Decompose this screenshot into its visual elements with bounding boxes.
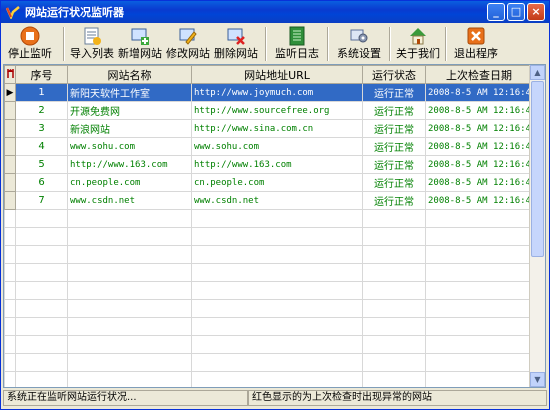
stop-icon <box>20 26 40 46</box>
toolbar-divider <box>389 27 391 61</box>
cell-url: www.sohu.com <box>191 137 363 156</box>
edit-site-icon <box>179 28 197 45</box>
status-bar: 系统正在监听网站运行状况... 红色显示的为上次检查时出现异常的网站 <box>3 390 547 406</box>
cell-date: 2008-8-5 AM 12:16:48 <box>425 101 533 120</box>
column-header-name[interactable]: 网站名称 <box>67 65 192 84</box>
status-right: 红色显示的为上次检查时出现异常的网站 <box>248 390 547 406</box>
add-site-icon <box>131 28 149 45</box>
vertical-scrollbar[interactable]: ▲ ▼ <box>529 65 545 387</box>
cell-no: 6 <box>15 173 68 192</box>
cell-url: http://www.sourcefree.org <box>191 101 363 120</box>
table-row[interactable]: ▶ 1 新阳天软件工作室 http://www.joymuch.com 运行正常 2008… <box>4 83 533 102</box>
cell-date: 2008-8-5 AM 12:16:48 <box>425 191 533 210</box>
cell-url: cn.people.com <box>191 173 363 192</box>
cell-url: http://www.sina.com.cn <box>191 119 363 138</box>
row-indicator <box>4 101 16 120</box>
header-row: 序号 网站名称 网站地址URL 运行状态 上次检查日期 <box>4 65 533 84</box>
table-row[interactable]: 3 新浪网站 http://www.sina.com.cn 运行正常 2008-8-5 … <box>4 119 533 138</box>
website-grid[interactable]: 序号 网站名称 网站地址URL 运行状态 上次检查日期 ▶ 1 新阳天软件工作室 ht… <box>3 64 546 388</box>
row-indicator <box>4 191 16 210</box>
cell-date: 2008-8-5 AM 12:16:48 <box>425 155 533 174</box>
table-row[interactable]: 2 开源免费网 http://www.sourcefree.org 运行正常 2008-… <box>4 101 533 120</box>
toolbar-divider <box>445 27 447 61</box>
toolbar-divider <box>265 27 267 61</box>
column-header-url[interactable]: 网站地址URL <box>191 65 363 84</box>
cell-date: 2008-8-5 AM 12:16:48 <box>425 173 533 192</box>
cell-status: 运行正常 <box>362 83 426 102</box>
cell-name: 新浪网站 <box>67 119 192 138</box>
stop-monitor-button[interactable]: 停止监听 <box>1 24 59 64</box>
close-button[interactable]: × <box>527 3 545 21</box>
cell-no: 3 <box>15 119 68 138</box>
table-row[interactable]: 5 http://www.163.com http://www.163.com 运行正… <box>4 155 533 174</box>
table-row[interactable]: 7 www.csdn.net www.csdn.net 运行正常 2008-8-5 AM… <box>4 191 533 210</box>
website-table: 序号 网站名称 网站地址URL 运行状态 上次检查日期 ▶ 1 新阳天软件工作室 ht… <box>4 65 533 387</box>
current-row-arrow-icon: ▶ <box>6 88 14 98</box>
minimize-button[interactable]: _ <box>487 3 505 21</box>
cell-url: http://www.163.com <box>191 155 363 174</box>
about-us-button[interactable]: 关于我们 <box>395 24 441 64</box>
cell-name: http://www.163.com <box>67 155 192 174</box>
cell-name: www.sohu.com <box>67 137 192 156</box>
scroll-down-arrow-icon[interactable]: ▼ <box>530 372 545 387</box>
cell-date: 2008-8-5 AM 12:16:48 <box>425 137 533 156</box>
system-settings-button[interactable]: 系统设置 <box>333 24 385 64</box>
title-bar[interactable]: 网站运行状况监听器 _ □ × <box>1 1 549 23</box>
import-list-icon <box>84 27 101 45</box>
scroll-thumb[interactable] <box>531 81 544 257</box>
cell-no: 1 <box>15 83 68 102</box>
cell-no: 4 <box>15 137 68 156</box>
exit-button[interactable]: 退出程序 <box>451 24 501 64</box>
row-indicator: ▶ <box>4 83 16 102</box>
sort-indicator-icon <box>6 69 14 78</box>
cell-status: 运行正常 <box>362 101 426 120</box>
toolbar-divider <box>327 27 329 61</box>
add-site-button[interactable]: 新增网站 <box>115 24 165 64</box>
column-header-no[interactable]: 序号 <box>15 65 68 84</box>
cell-name: 开源免费网 <box>67 101 192 120</box>
monitor-log-button[interactable]: 监听日志 <box>271 24 323 64</box>
cell-status: 运行正常 <box>362 173 426 192</box>
cell-url: http://www.joymuch.com <box>191 83 363 102</box>
cell-date: 2008-8-5 AM 12:16:48 <box>425 83 533 102</box>
toolbar: 停止监听 导入列表 新增网站 修改网站 删除网站 监听日志 系统设置 关于我们 … <box>1 24 549 64</box>
row-indicator <box>4 137 16 156</box>
delete-site-button[interactable]: 删除网站 <box>211 24 261 64</box>
cell-url: www.csdn.net <box>191 191 363 210</box>
column-header-date[interactable]: 上次检查日期 <box>425 65 533 84</box>
table-row[interactable]: 4 www.sohu.com www.sohu.com 运行正常 2008-8-5 AM… <box>4 137 533 156</box>
table-row[interactable]: 6 cn.people.com cn.people.com 运行正常 2008-8-5 … <box>4 173 533 192</box>
exit-icon <box>467 27 485 45</box>
scroll-up-arrow-icon[interactable]: ▲ <box>530 65 545 80</box>
main-window: 网站运行状况监听器 _ □ × 停止监听 导入列表 新增网站 修改网站 删除网站 <box>0 0 550 410</box>
cell-status: 运行正常 <box>362 155 426 174</box>
maximize-button[interactable]: □ <box>507 3 525 21</box>
cell-name: www.csdn.net <box>67 191 192 210</box>
edit-site-button[interactable]: 修改网站 <box>165 24 211 64</box>
cell-name: cn.people.com <box>67 173 192 192</box>
log-icon <box>289 26 305 46</box>
cell-name: 新阳天软件工作室 <box>67 83 192 102</box>
cell-status: 运行正常 <box>362 137 426 156</box>
status-left: 系统正在监听网站运行状况... <box>3 390 248 406</box>
cell-no: 5 <box>15 155 68 174</box>
cell-date: 2008-8-5 AM 12:16:48 <box>425 119 533 138</box>
home-icon <box>410 28 426 45</box>
window-title: 网站运行状况监听器 <box>25 6 124 19</box>
settings-icon <box>350 29 368 43</box>
row-indicator-header <box>4 65 16 84</box>
app-icon <box>6 6 20 19</box>
import-list-button[interactable]: 导入列表 <box>69 24 115 64</box>
cell-status: 运行正常 <box>362 119 426 138</box>
row-indicator <box>4 173 16 192</box>
row-indicator <box>4 155 16 174</box>
cell-status: 运行正常 <box>362 191 426 210</box>
toolbar-divider <box>63 27 65 61</box>
row-indicator <box>4 119 16 138</box>
delete-site-icon <box>227 28 245 45</box>
cell-no: 7 <box>15 191 68 210</box>
column-header-status[interactable]: 运行状态 <box>362 65 426 84</box>
cell-no: 2 <box>15 101 68 120</box>
